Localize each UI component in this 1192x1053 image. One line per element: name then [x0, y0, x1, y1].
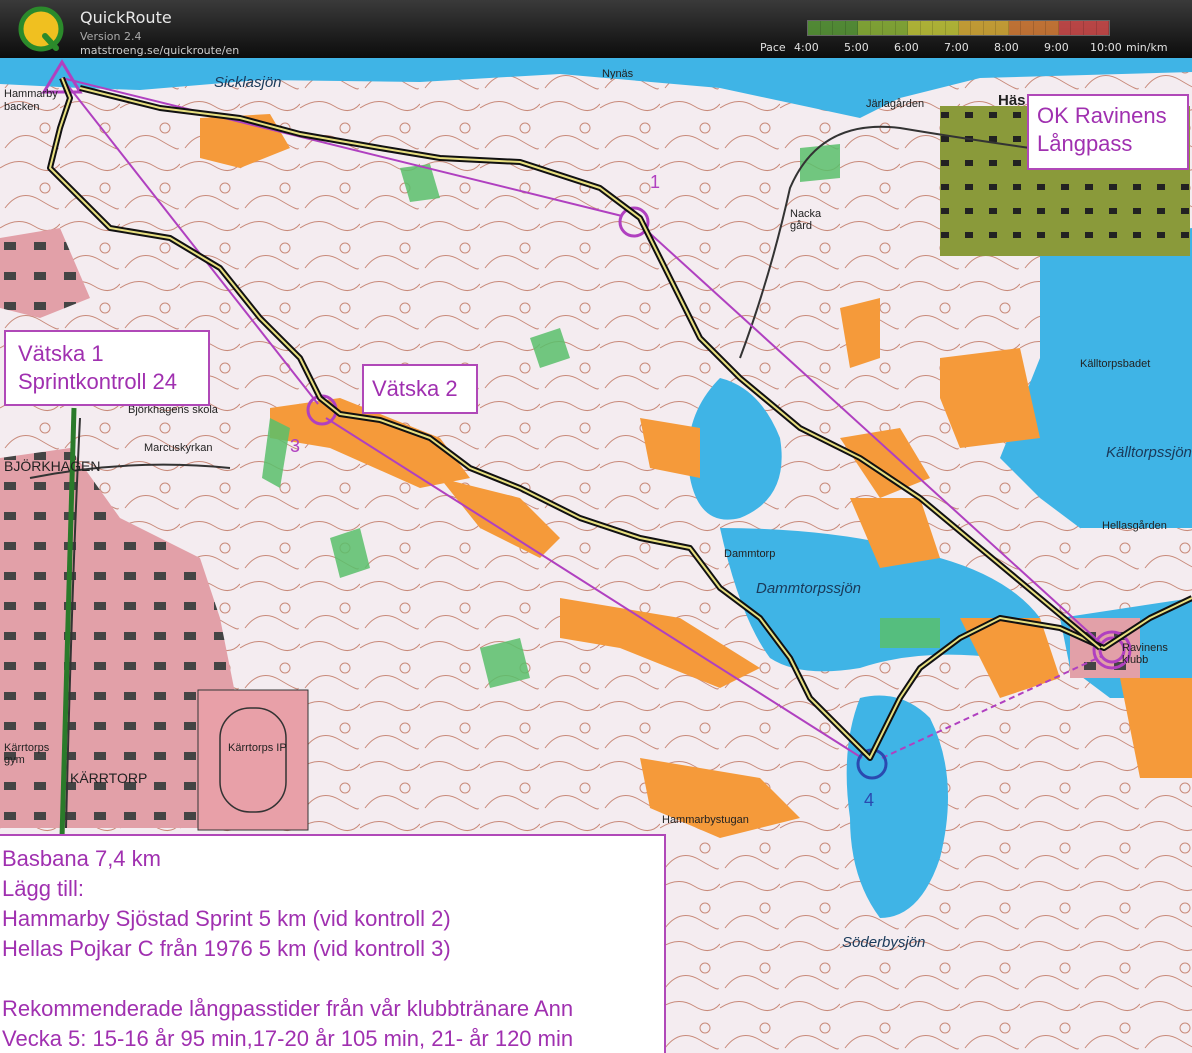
label-vatska1-line-1: Vätska 1: [18, 341, 104, 366]
app-name: QuickRoute: [80, 8, 172, 27]
pace-color-cell: [833, 21, 846, 35]
pace-color-cell: [1033, 21, 1047, 35]
pace-color-cell: [808, 21, 821, 35]
pace-color-cell: [1021, 21, 1034, 35]
karrtorps-ip-field: [197, 689, 309, 831]
place-hellasgarden: Hellasgården: [1102, 520, 1167, 532]
pace-color-cell: [996, 21, 1009, 35]
info-line: Basbana 7,4 km: [2, 846, 161, 871]
pace-tick: 4:00: [794, 41, 819, 54]
pace-tick: 10:00: [1090, 41, 1122, 54]
label-vatska1-line-2: Sprintkontroll 24: [18, 369, 177, 394]
pace-color-cell: [983, 21, 997, 35]
place-ravinens-klubb: Ravinens klubb: [1122, 642, 1168, 666]
label-ok-ravinens-langpass: OK Ravinens Långpass: [1027, 94, 1189, 170]
pace-tick: 9:00: [1044, 41, 1069, 54]
info-line: Hammarby Sjöstad Sprint 5 km (vid kontro…: [2, 906, 451, 931]
place-soderbysjon: Söderbysjön: [842, 934, 926, 951]
app-header: QuickRoute Version 2.4 matstroeng.se/qui…: [0, 0, 1192, 58]
place-karrtorps-ip: Kärrtorps IP: [228, 742, 287, 754]
info-line: Vecka 5: 15-16 år 95 min,17-20 år 105 mi…: [2, 1026, 574, 1051]
pace-color-cell: [971, 21, 984, 35]
control-number-1: 1: [650, 172, 661, 192]
pace-color-cell: [1096, 21, 1110, 35]
label-ravinen-line-1: OK Ravinens: [1037, 103, 1167, 128]
orienteering-map[interactable]: Sicklasjön Nynäs Järlagården Häs Hammarb…: [0, 58, 1192, 1053]
pace-color-cell: [933, 21, 947, 35]
pace-color-cell: [908, 21, 921, 35]
pace-label: Pace: [760, 41, 786, 54]
place-nacka-gard-line-2: gård: [790, 220, 813, 232]
place-nacka-gard: Nacka gård: [790, 208, 821, 232]
pace-color-cell: [920, 21, 934, 35]
pace-color-cell: [946, 21, 959, 35]
pace-tick: 5:00: [844, 41, 869, 54]
pace-color-cell: [1008, 21, 1022, 35]
place-hammarbybacken-line-2: backen: [4, 101, 40, 113]
pace-color-cell: [858, 21, 871, 35]
control-number-3: 3: [290, 436, 301, 456]
pace-color-cell: [820, 21, 834, 35]
pace-color-cell: [883, 21, 896, 35]
pace-color-cell: [895, 21, 909, 35]
label-ravinen-line-2: Långpass: [1037, 131, 1133, 156]
place-karrtorps-gym-line-1: Kärrtorps: [4, 742, 50, 754]
control-number-4: 4: [864, 790, 875, 810]
pace-color-cell: [1084, 21, 1097, 35]
pace-tick: 7:00: [944, 41, 969, 54]
pace-color-cell: [1071, 21, 1085, 35]
place-bjorkhagen: BJÖRKHAGEN: [4, 458, 101, 474]
pace-tick: 8:00: [994, 41, 1019, 54]
app-url[interactable]: matstroeng.se/quickroute/en: [80, 44, 239, 57]
pace-legend: Pace 4:00 5:00 6:00 7:00 8:00 9:00 10:00…: [760, 18, 1180, 58]
app-version: Version 2.4: [80, 30, 142, 43]
place-nynas: Nynäs: [602, 68, 634, 80]
pace-color-cell: [1058, 21, 1072, 35]
pace-color-bar: [807, 20, 1110, 36]
pace-color-cell: [845, 21, 859, 35]
place-has: Häs: [998, 92, 1026, 109]
info-line: Hellas Pojkar C från 1976 5 km (vid kont…: [2, 936, 451, 961]
pace-unit: min/km: [1126, 41, 1168, 54]
pace-color-cell: [1046, 21, 1059, 35]
place-hammarbybacken-line-1: Hammarby: [4, 88, 58, 100]
course-info-box: Basbana 7,4 km Lägg till: Hammarby Sjöst…: [0, 834, 666, 1053]
place-jarlagarden: Järlagården: [866, 98, 925, 110]
label-vatska-2: Vätska 2: [362, 364, 478, 414]
place-karrtorp: KÄRRTORP: [70, 770, 148, 786]
place-karrtorps-gym: Kärrtorps gym: [4, 742, 49, 766]
place-nacka-gard-line-1: Nacka: [790, 208, 822, 220]
place-dammtorp: Dammtorp: [724, 548, 776, 560]
info-line: Rekommenderade långpasstider från vår kl…: [2, 996, 574, 1021]
pace-color-cell: [958, 21, 972, 35]
place-hammarbystugan: Hammarbystugan: [662, 814, 749, 826]
place-kalltorpssjon: Källtorpssjön: [1106, 444, 1192, 461]
quickroute-logo-icon: [18, 6, 64, 52]
pace-color-cell: [870, 21, 884, 35]
place-kalltorpsbadet: Källtorpsbadet: [1080, 358, 1151, 370]
label-vatska-1: Vätska 1 Sprintkontroll 24: [4, 330, 210, 406]
info-line: Lägg till:: [2, 876, 84, 901]
info-line: [2, 964, 664, 994]
place-dammtorpssjon: Dammtorpssjön: [756, 580, 862, 597]
place-marcuskyrkan: Marcuskyrkan: [144, 442, 213, 454]
place-hammarbybacken: Hammarby backen: [4, 88, 58, 114]
place-sicklasjon: Sicklasjön: [214, 74, 282, 91]
place-karrtorps-gym-line-2: gym: [4, 754, 25, 766]
pace-tick: 6:00: [894, 41, 919, 54]
